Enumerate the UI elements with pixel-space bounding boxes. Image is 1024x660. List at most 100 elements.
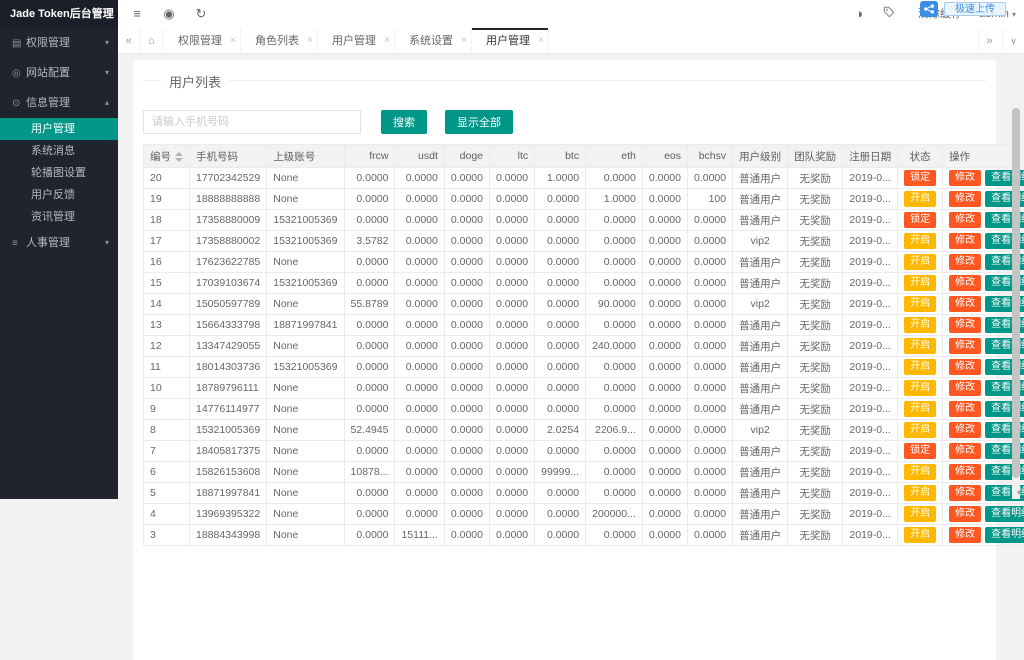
edit-button[interactable]: 修改: [949, 170, 981, 186]
sidebar-item-2[interactable]: ⊙信息管理▴: [0, 88, 118, 118]
cell: 14: [144, 294, 190, 315]
vertical-scrollbar[interactable]: [1012, 56, 1020, 499]
status-badge[interactable]: 开启: [904, 380, 936, 396]
close-icon[interactable]: ×: [538, 28, 544, 54]
cell: 2206.9...: [586, 420, 643, 441]
status-badge[interactable]: 开启: [904, 317, 936, 333]
column-header-7: btc: [535, 145, 586, 168]
cell: 52.4945: [344, 420, 395, 441]
cell: 0.0000: [642, 420, 687, 441]
column-header-0[interactable]: 编号: [144, 145, 190, 168]
edit-button[interactable]: 修改: [949, 233, 981, 249]
menu-toggle-icon[interactable]: ≡: [122, 0, 152, 28]
edit-button[interactable]: 修改: [949, 191, 981, 207]
cell: 0.0000: [395, 420, 444, 441]
close-icon[interactable]: ×: [230, 28, 236, 54]
sidebar-subitem-4[interactable]: 资讯管理: [0, 206, 118, 228]
status-badge[interactable]: 开启: [904, 422, 936, 438]
status-badge[interactable]: 开启: [904, 506, 936, 522]
cell: 0.0000: [490, 252, 535, 273]
status-cell: 开启: [898, 462, 943, 483]
show-all-button[interactable]: 显示全部: [445, 110, 513, 134]
sidebar-item-1[interactable]: ◎网站配置▾: [0, 58, 118, 88]
sort-icon[interactable]: [175, 152, 183, 162]
scrollbar-thumb[interactable]: [1012, 108, 1020, 478]
content-area: 用户列表 搜索 显示全部 编号手机号码上级账号frcwusdtdogeltcbt…: [118, 54, 1024, 499]
table-row: 2017702342529None0.00000.00000.00000.000…: [144, 168, 1024, 189]
close-icon[interactable]: ×: [384, 28, 390, 54]
cell: 0.0000: [535, 483, 586, 504]
status-badge[interactable]: 开启: [904, 296, 936, 312]
edit-button[interactable]: 修改: [949, 338, 981, 354]
status-badge[interactable]: 开启: [904, 254, 936, 270]
cell: 0.0000: [395, 357, 444, 378]
status-badge[interactable]: 开启: [904, 401, 936, 417]
cell: 0.0000: [688, 294, 733, 315]
edit-button[interactable]: 修改: [949, 296, 981, 312]
tab-0[interactable]: 权限管理×: [164, 28, 241, 54]
edit-button[interactable]: 修改: [949, 317, 981, 333]
search-input[interactable]: [143, 110, 361, 134]
cell: 0.0000: [535, 273, 586, 294]
close-icon[interactable]: ×: [461, 28, 467, 54]
cell: 0.0000: [490, 462, 535, 483]
tab-2[interactable]: 用户管理×: [318, 28, 395, 54]
status-badge[interactable]: 开启: [904, 275, 936, 291]
globe-icon[interactable]: ◉: [154, 0, 184, 28]
edit-button[interactable]: 修改: [949, 443, 981, 459]
cell: 0.0000: [344, 483, 395, 504]
tabs-menu-icon[interactable]: ∨: [1002, 28, 1024, 54]
edit-button[interactable]: 修改: [949, 254, 981, 270]
status-badge[interactable]: 开启: [904, 338, 936, 354]
cell: 0.0000: [344, 189, 395, 210]
tabs-forward-icon[interactable]: »: [978, 28, 1000, 54]
view-detail-button[interactable]: 查看明细: [985, 506, 1024, 522]
status-badge[interactable]: 锁定: [904, 443, 936, 459]
view-detail-button[interactable]: 查看明细: [985, 527, 1024, 543]
cell: 0.0000: [490, 168, 535, 189]
tabs-collapse-icon[interactable]: «: [118, 28, 140, 54]
sidebar-item-0[interactable]: ▤权限管理▾: [0, 28, 118, 58]
theme-icon[interactable]: ◑: [844, 0, 874, 28]
close-icon[interactable]: ×: [307, 28, 313, 54]
edit-button[interactable]: 修改: [949, 527, 981, 543]
refresh-icon[interactable]: ↻: [186, 0, 216, 28]
cell: 2019-0...: [843, 315, 898, 336]
edit-button[interactable]: 修改: [949, 506, 981, 522]
edit-button[interactable]: 修改: [949, 401, 981, 417]
cell: 0.0000: [586, 231, 643, 252]
status-badge[interactable]: 锁定: [904, 212, 936, 228]
tag-icon[interactable]: [874, 0, 904, 28]
status-badge[interactable]: 开启: [904, 527, 936, 543]
search-button[interactable]: 搜索: [381, 110, 427, 134]
cell: 15664333798: [190, 315, 267, 336]
edit-button[interactable]: 修改: [949, 464, 981, 480]
upload-extension-icon[interactable]: [920, 1, 938, 17]
status-badge[interactable]: 开启: [904, 233, 936, 249]
edit-button[interactable]: 修改: [949, 380, 981, 396]
edit-button[interactable]: 修改: [949, 212, 981, 228]
edit-button[interactable]: 修改: [949, 359, 981, 375]
cell: 10878...: [344, 462, 395, 483]
sidebar-subitem-2[interactable]: 轮播图设置: [0, 162, 118, 184]
cell: vip2: [733, 231, 788, 252]
column-header-3: frcw: [344, 145, 395, 168]
sidebar-item-3[interactable]: ≡人事管理▾: [0, 228, 118, 258]
status-badge[interactable]: 开启: [904, 359, 936, 375]
edit-button[interactable]: 修改: [949, 422, 981, 438]
sidebar-subitem-3[interactable]: 用户反馈: [0, 184, 118, 206]
status-badge[interactable]: 开启: [904, 191, 936, 207]
edit-button[interactable]: 修改: [949, 275, 981, 291]
sidebar-subitem-0[interactable]: 用户管理: [0, 118, 118, 140]
scroll-down-icon[interactable]: ▾: [1017, 488, 1021, 497]
site-config-icon: ◎: [12, 59, 26, 89]
cell: None: [267, 504, 344, 525]
sidebar-subitem-1[interactable]: 系统消息: [0, 140, 118, 162]
status-badge[interactable]: 开启: [904, 464, 936, 480]
tab-4[interactable]: 用户管理×: [472, 28, 549, 54]
tab-1[interactable]: 角色列表×: [241, 28, 318, 54]
tab-3[interactable]: 系统设置×: [395, 28, 472, 54]
status-badge[interactable]: 锁定: [904, 170, 936, 186]
home-icon[interactable]: ⌂: [141, 28, 163, 54]
cell: 1.0000: [586, 189, 643, 210]
